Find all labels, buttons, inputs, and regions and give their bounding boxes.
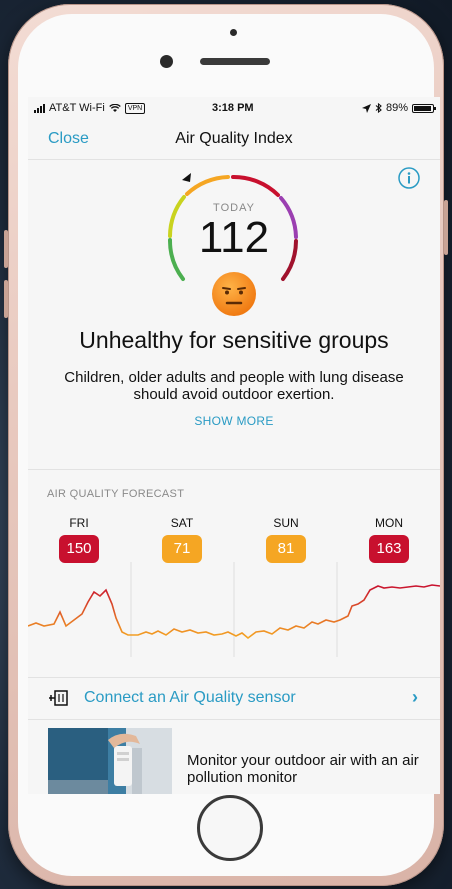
forecast-trend-chart (28, 562, 440, 657)
front-camera (160, 55, 173, 68)
earpiece-speaker (200, 58, 270, 65)
forecast-aqi-badge: 163 (369, 535, 409, 563)
forecast-day-label: MON (375, 516, 403, 530)
proximity-sensor (230, 29, 237, 36)
forecast-aqi-badge: 150 (59, 535, 99, 563)
volume-up-button (4, 230, 8, 268)
aqi-description: Children, older adults and people with l… (64, 369, 404, 403)
home-button[interactable] (197, 795, 263, 861)
air-monitor-photo[interactable] (48, 728, 172, 794)
signal-icon (34, 103, 45, 113)
page-title: Air Quality Index (175, 130, 293, 147)
connect-sensor-row[interactable]: Connect an Air Quality sensor › (28, 677, 440, 719)
carrier-label: AT&T Wi-Fi (49, 102, 105, 114)
volume-down-button (4, 280, 8, 318)
forecast-section-label: AIR QUALITY FORECAST (47, 488, 185, 500)
forecast-aqi-badge: 81 (266, 535, 306, 563)
bluetooth-icon (375, 103, 382, 113)
aqi-value: 112 (198, 213, 270, 262)
forecast-aqi-badge: 71 (162, 535, 202, 563)
vpn-badge: VPN (124, 102, 146, 114)
chevron-right-icon: › (412, 687, 418, 707)
navigation-bar: Close Air Quality Index (28, 121, 440, 160)
promo-text: Monitor your outdoor air with an air pol… (187, 752, 419, 786)
status-time: 3:18 PM (212, 102, 254, 114)
sensor-icon (49, 690, 68, 706)
battery-percent: 89% (385, 102, 408, 114)
unamused-face-icon (212, 272, 256, 316)
aqi-category: Unhealthy for sensitive groups (79, 327, 389, 353)
status-bar: AT&T Wi-Fi VPN 3:18 PM 89% (28, 97, 440, 121)
location-arrow-icon (361, 103, 371, 113)
section-divider (28, 469, 440, 470)
forecast-day-label: FRI (69, 516, 89, 530)
battery-icon (412, 103, 436, 113)
app-screen: AT&T Wi-Fi VPN 3:18 PM 89% Close Air Qua… (28, 97, 440, 794)
power-button (444, 200, 448, 255)
section-divider (28, 719, 440, 720)
info-icon[interactable] (398, 167, 420, 189)
forecast-day-label: SAT (170, 516, 194, 530)
forecast-day-label: SUN (273, 516, 299, 530)
show-more-link[interactable]: SHOW MORE (28, 414, 440, 428)
connect-sensor-label: Connect an Air Quality sensor (84, 689, 296, 706)
air-monitor-illustration (48, 728, 172, 794)
wifi-icon (109, 103, 121, 112)
